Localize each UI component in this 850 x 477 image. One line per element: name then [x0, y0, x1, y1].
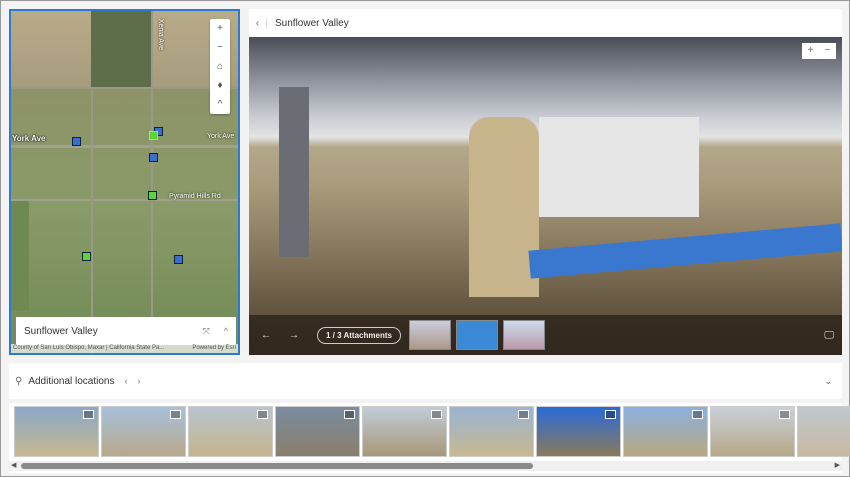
powered-by-link[interactable]: Powered by Esri — [192, 344, 236, 353]
location-thumbnail[interactable] — [797, 406, 850, 457]
scroll-right-icon[interactable]: ▶ — [835, 461, 840, 469]
location-thumbnail[interactable] — [14, 406, 99, 457]
prev-button[interactable]: ‹ — [125, 376, 128, 386]
map-attribution: County of San Luis Obispo, Maxar | Calif… — [11, 344, 238, 353]
feature-title: Sunflower Valley — [24, 325, 98, 337]
photo-pump — [469, 117, 539, 297]
location-thumbnail[interactable] — [449, 406, 534, 457]
location-thumbnail[interactable] — [188, 406, 273, 457]
map-marker[interactable] — [72, 137, 81, 146]
prev-attachment-button[interactable]: ← — [261, 330, 289, 341]
photo-cabinets — [539, 117, 699, 217]
zoom-out-button[interactable]: − — [210, 38, 230, 57]
attachments-count[interactable]: 1 / 3 Attachments — [317, 326, 401, 344]
attribution-text: County of San Luis Obispo, Maxar | Calif… — [13, 345, 165, 351]
next-attachment-button[interactable]: → — [289, 330, 317, 341]
attachment-thumbnail[interactable] — [455, 320, 498, 350]
map-field — [11, 201, 29, 311]
back-button[interactable]: ‹ — [249, 17, 267, 29]
location-thumbnail[interactable] — [101, 406, 186, 457]
locations-icon: ⚲ — [15, 375, 23, 387]
map-controls: + − ⌂ ♦ ^ — [210, 19, 230, 114]
collapse-button[interactable]: ⌄ — [824, 376, 832, 387]
photo-zoom-out-button[interactable]: − — [819, 43, 836, 59]
thumbnail-strip: ◀ ▶ — [9, 403, 850, 473]
map-marker[interactable] — [82, 252, 91, 261]
road-label: Xenia Ave — [157, 18, 165, 51]
map-field — [91, 11, 151, 87]
map-view[interactable]: Xenia Ave York Ave York Ave Pyramid Hill… — [9, 9, 240, 355]
expand-icon[interactable] — [518, 410, 529, 419]
compass-icon[interactable]: ♦ — [210, 76, 230, 95]
expand-icon[interactable] — [779, 410, 790, 419]
attachment-thumbnail[interactable] — [502, 320, 545, 350]
expand-icon[interactable] — [605, 410, 616, 419]
additional-locations-header: ⚲ Additional locations ‹ › ⌄ — [9, 363, 842, 399]
map-marker[interactable] — [149, 153, 158, 162]
photo-zoom-controls: + − — [802, 43, 836, 59]
zoom-to-icon[interactable]: ⤧ — [203, 326, 210, 337]
photo-motor — [279, 87, 309, 257]
location-thumbnail[interactable] — [362, 406, 447, 457]
detail-title: Sunflower Valley — [275, 17, 349, 29]
expand-icon[interactable] — [692, 410, 703, 419]
expand-icon[interactable] — [257, 410, 268, 419]
attachment-bar: ← → 1 / 3 Attachments 🖵 — [249, 315, 842, 355]
road-label: Pyramid Hills Rd — [169, 193, 221, 200]
zoom-in-button[interactable]: + — [210, 19, 230, 38]
horizontal-scrollbar[interactable]: ◀ ▶ — [9, 461, 842, 471]
map-feature-card[interactable]: Sunflower Valley ⤧ ^ — [16, 317, 236, 345]
next-button[interactable]: › — [138, 376, 141, 386]
road-label: York Ave — [12, 134, 46, 143]
photo-pipe — [528, 223, 842, 279]
expand-icon[interactable] — [344, 410, 355, 419]
additional-locations-title: Additional locations — [28, 375, 115, 387]
fullscreen-icon[interactable]: 🖵 — [824, 330, 834, 341]
map-marker[interactable] — [174, 255, 183, 264]
expand-icon[interactable] — [431, 410, 442, 419]
expand-icon[interactable] — [83, 410, 94, 419]
location-thumbnail[interactable] — [536, 406, 621, 457]
road-label: York Ave — [207, 133, 235, 140]
chevron-up-icon[interactable]: ^ — [224, 326, 228, 336]
expand-icon[interactable] — [170, 410, 181, 419]
attachment-photo: + − ← → 1 / 3 Attachments 🖵 — [249, 37, 842, 355]
scrollbar-thumb[interactable] — [21, 463, 533, 469]
scroll-left-icon[interactable]: ◀ — [11, 461, 16, 469]
location-thumbnail[interactable] — [275, 406, 360, 457]
map-marker[interactable] — [148, 191, 157, 200]
attachment-thumbnail[interactable] — [408, 320, 451, 350]
collapse-controls-button[interactable]: ^ — [210, 95, 230, 114]
photo-zoom-in-button[interactable]: + — [802, 43, 819, 59]
home-icon[interactable]: ⌂ — [210, 57, 230, 76]
detail-header: ‹ Sunflower Valley — [249, 9, 842, 37]
map-marker-selected[interactable] — [149, 131, 158, 140]
location-thumbnail[interactable] — [710, 406, 795, 457]
location-thumbnail[interactable] — [623, 406, 708, 457]
